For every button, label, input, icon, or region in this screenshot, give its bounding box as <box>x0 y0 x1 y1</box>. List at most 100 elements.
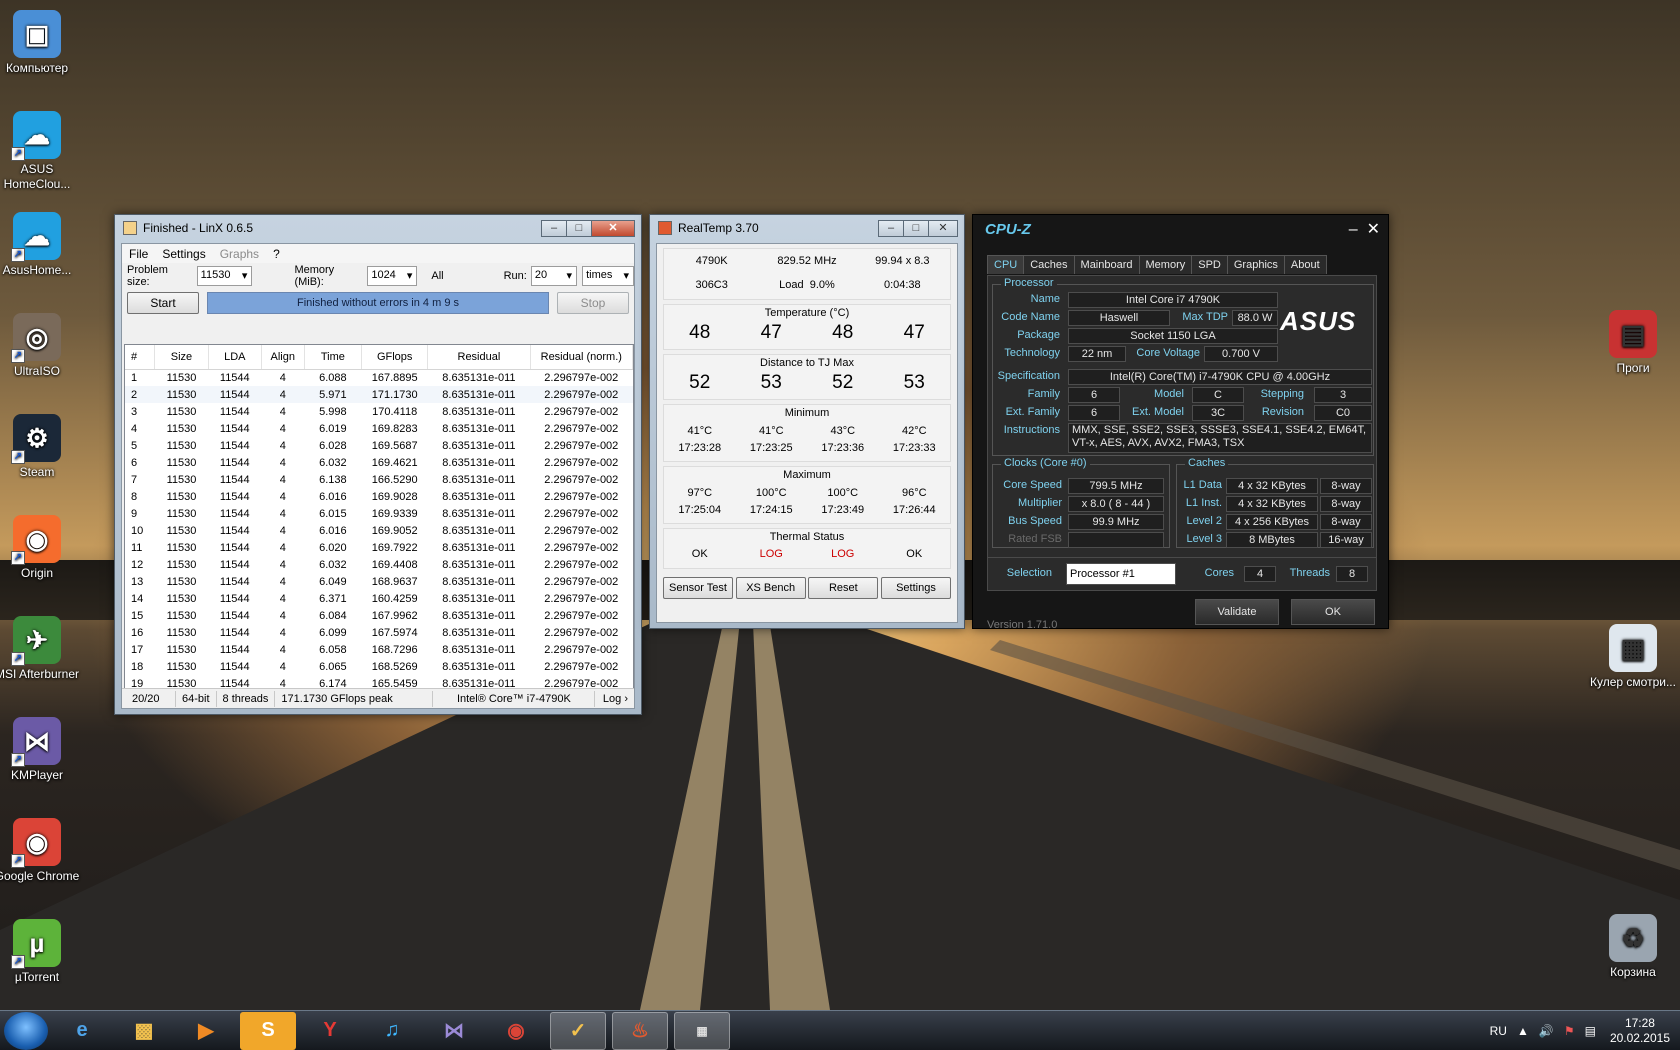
desktop-shortcut[interactable]: ⚙ ↗ Steam <box>0 414 80 480</box>
desktop-shortcut[interactable]: ▦ Кулер смотри... <box>1590 624 1676 690</box>
network-icon[interactable]: ▤ <box>1585 1024 1596 1038</box>
run-count-select[interactable]: 20 <box>530 266 578 286</box>
taskbar-media-player-icon[interactable]: ▶ <box>178 1012 234 1050</box>
problem-size-select[interactable]: 11530 <box>196 266 253 286</box>
close-button[interactable]: ✕ <box>928 219 958 237</box>
desktop-shortcut[interactable]: ⋈ ↗ KMPlayer <box>0 717 80 783</box>
table-row[interactable]: 11 11530 11544 4 6.020 169.7922 8.635131e-011 2… <box>125 539 633 556</box>
table-row[interactable]: 8 11530 11544 4 6.016 169.9028 8.635131e-011 2.… <box>125 488 633 505</box>
desktop-shortcut[interactable]: ◉ ↗ Google Chrome <box>0 818 80 884</box>
results-table[interactable]: # Size LDA Align Time GFlops Residual Residual … <box>124 344 634 690</box>
language-indicator[interactable]: RU <box>1490 1024 1507 1038</box>
desktop-shortcut[interactable]: ♻ Корзина <box>1590 914 1676 980</box>
run-unit-select[interactable]: times <box>582 266 635 286</box>
table-row[interactable]: 2 11530 11544 4 5.971 171.1730 8.635131e-011 2.… <box>125 386 633 403</box>
taskbar-skype-icon[interactable]: S <box>240 1011 296 1050</box>
maximize-button[interactable]: □ <box>566 219 592 237</box>
xs-bench-button[interactable]: XS Bench <box>735 577 806 599</box>
selection-select[interactable]: Processor #1 <box>1066 563 1176 585</box>
cpuz-window[interactable]: CPU-Z – ✕ CPU Caches Mainboard Memory SPD Gra… <box>972 214 1389 631</box>
start-button[interactable]: Start <box>127 292 199 314</box>
taskbar-yandex-icon[interactable]: Y <box>302 1012 358 1050</box>
close-button[interactable]: ✕ <box>1367 221 1380 238</box>
menu-help[interactable]: ? <box>266 247 287 261</box>
desktop-shortcut[interactable]: ☁ ↗ AsusHome... <box>0 212 80 278</box>
taskbar-ie-icon[interactable]: e <box>54 1012 110 1050</box>
stop-button[interactable]: Stop <box>557 292 629 314</box>
column-header[interactable]: Residual (norm.) <box>530 345 633 370</box>
desktop-shortcut[interactable]: ☁ ↗ ASUS HomeClou... <box>0 111 80 192</box>
column-header[interactable]: Time <box>304 345 363 370</box>
action-center-flag-icon[interactable]: ⚑ <box>1564 1024 1575 1038</box>
desktop-shortcut[interactable]: ✈ ↗ MSI Afterburner <box>0 616 80 682</box>
table-row[interactable]: 17 11530 11544 4 6.058 168.7296 8.635131e-011 2… <box>125 641 633 658</box>
taskbar-chrome-icon[interactable]: ◉ <box>488 1012 544 1050</box>
column-header[interactable]: # <box>125 345 156 370</box>
table-row[interactable]: 5 11530 11544 4 6.028 169.5687 8.635131e-011 2.… <box>125 437 633 454</box>
tab-spd[interactable]: SPD <box>1191 255 1228 274</box>
tab-caches[interactable]: Caches <box>1023 255 1075 274</box>
table-row[interactable]: 3 11530 11544 4 5.998 170.4118 8.635131e-011 2.… <box>125 403 633 420</box>
taskbar-explorer-icon[interactable]: ▩ <box>116 1012 172 1050</box>
menu-file[interactable]: File <box>122 247 155 261</box>
table-row[interactable]: 14 11530 11544 4 6.371 160.4259 8.635131e-011 2… <box>125 590 633 607</box>
tab-graphics[interactable]: Graphics <box>1226 255 1285 274</box>
table-row[interactable]: 6 11530 11544 4 6.032 169.4621 8.635131e-011 2.… <box>125 454 633 471</box>
table-row[interactable]: 13 11530 11544 4 6.049 168.9637 8.635131e-011 2… <box>125 573 633 590</box>
tab-mainboard[interactable]: Mainboard <box>1073 255 1140 274</box>
table-row[interactable]: 16 11530 11544 4 6.099 167.5974 8.635131e-011 2… <box>125 624 633 641</box>
table-row[interactable]: 9 11530 11544 4 6.015 169.9339 8.635131e-011 2.… <box>125 505 633 522</box>
menu-settings[interactable]: Settings <box>155 247 212 261</box>
reset-button[interactable]: Reset <box>808 577 879 599</box>
close-button[interactable]: ✕ <box>591 219 635 237</box>
sensor-test-button[interactable]: Sensor Test <box>663 577 733 599</box>
all-checkbox-label[interactable]: All <box>431 270 443 282</box>
desktop-shortcut[interactable]: ▤ Проги <box>1590 310 1676 376</box>
maximize-button[interactable]: □ <box>903 219 929 237</box>
tab-cpu[interactable]: CPU <box>987 255 1025 274</box>
minimize-button[interactable]: – <box>1349 221 1358 238</box>
realtemp-window[interactable]: RealTemp 3.70 – □ ✕ 4790K 829.52 MHz 99.… <box>649 214 965 629</box>
cpuz-titlebar[interactable]: CPU-Z – ✕ <box>973 215 1388 243</box>
linx-window[interactable]: Finished - LinX 0.6.5 – □ ✕ File Setting… <box>114 214 642 715</box>
column-header[interactable]: LDA <box>208 345 262 370</box>
clock[interactable]: 17:28 20.02.2015 <box>1610 1016 1670 1046</box>
table-cell: 167.8895 <box>371 371 418 384</box>
realtemp-titlebar[interactable]: RealTemp 3.70 – □ ✕ <box>650 215 964 241</box>
tab-about[interactable]: About <box>1283 255 1327 274</box>
desktop-shortcut[interactable]: ◉ ↗ Origin <box>0 515 80 581</box>
taskbar-kmplayer-icon[interactable]: ⋈ <box>426 1012 482 1050</box>
column-header[interactable]: Residual <box>427 345 531 370</box>
table-row[interactable]: 10 11530 11544 4 6.016 169.9052 8.635131e-011 2… <box>125 522 633 539</box>
taskbar-realtemp-icon[interactable]: ♨ <box>612 1011 668 1050</box>
tray-expand-icon[interactable]: ▲ <box>1517 1024 1529 1038</box>
validate-button[interactable]: Validate <box>1195 599 1279 625</box>
minimize-button[interactable]: – <box>541 219 567 237</box>
start-button[interactable] <box>4 1011 48 1050</box>
table-row[interactable]: 7 11530 11544 4 6.138 166.5290 8.635131e-011 2.… <box>125 471 633 488</box>
linx-titlebar[interactable]: Finished - LinX 0.6.5 – □ ✕ <box>115 215 641 241</box>
taskbar-itunes-icon[interactable]: ♫ <box>364 1012 420 1050</box>
taskbar-cpuz-icon[interactable]: ▦ <box>674 1011 730 1050</box>
desktop-shortcut[interactable]: ◎ ↗ UltraISO <box>0 313 80 379</box>
minimize-button[interactable]: – <box>878 219 904 237</box>
table-row[interactable]: 15 11530 11544 4 6.084 167.9962 8.635131e-011 2… <box>125 607 633 624</box>
tab-memory[interactable]: Memory <box>1138 255 1193 274</box>
settings-button[interactable]: Settings <box>880 577 951 599</box>
menu-graphs[interactable]: Graphs <box>213 247 266 261</box>
taskbar-linx-icon[interactable]: ✓ <box>550 1011 606 1050</box>
memory-label: Memory (MiB): <box>294 264 335 288</box>
table-row[interactable]: 18 11530 11544 4 6.065 168.5269 8.635131e-011 2… <box>125 658 633 675</box>
table-row[interactable]: 4 11530 11544 4 6.019 169.8283 8.635131e-011 2.… <box>125 420 633 437</box>
table-row[interactable]: 12 11530 11544 4 6.032 169.4408 8.635131e-011 2… <box>125 556 633 573</box>
memory-select[interactable]: 1024 <box>367 266 418 286</box>
column-header[interactable]: GFlops <box>361 345 429 370</box>
log-button[interactable]: Log › <box>597 691 634 707</box>
column-header[interactable]: Align <box>261 345 305 370</box>
desktop-shortcut[interactable]: µ ↗ µTorrent <box>0 919 80 985</box>
column-header[interactable]: Size <box>154 345 209 370</box>
table-row[interactable]: 1 11530 11544 4 6.088 167.8895 8.635131e-011 2.… <box>125 369 633 386</box>
desktop-shortcut[interactable]: ▣ Компьютер <box>0 10 80 76</box>
volume-icon[interactable]: 🔊 <box>1539 1024 1554 1038</box>
ok-button[interactable]: OK <box>1291 599 1375 625</box>
